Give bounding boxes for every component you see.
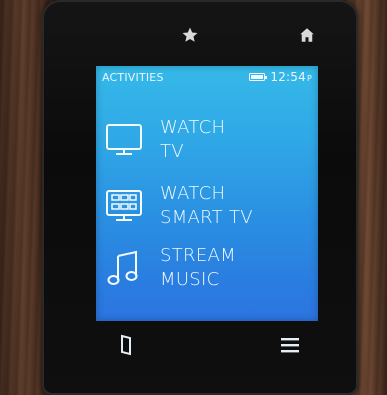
clock: 12:54P <box>270 70 312 84</box>
music-note-icon <box>107 250 138 285</box>
status-right: 12:54P <box>249 70 312 84</box>
clock-suffix: P <box>306 74 312 83</box>
star-button[interactable] <box>175 20 205 50</box>
menu-icon <box>281 338 299 353</box>
bottom-bar <box>96 321 318 371</box>
star-icon <box>182 27 198 42</box>
touch-screen: ACTIVITIES 12:54P WATCH TV WATCH SMART T… <box>96 66 318 321</box>
smart-tv-icon <box>106 190 142 221</box>
activity-label: STREAM MUSIC <box>160 245 236 290</box>
status-bar: ACTIVITIES 12:54P <box>96 66 318 88</box>
activity-label: WATCH TV <box>160 117 226 162</box>
tv-icon <box>106 124 142 155</box>
activity-watch-tv[interactable]: WATCH TV <box>96 108 318 172</box>
device-button[interactable] <box>112 331 140 359</box>
menu-button[interactable] <box>276 331 304 359</box>
battery-icon <box>249 73 268 81</box>
screen-title: ACTIVITIES <box>102 70 164 84</box>
home-icon <box>300 28 314 42</box>
activity-watch-smart-tv[interactable]: WATCH SMART TV <box>96 174 318 238</box>
device-icon <box>121 334 131 356</box>
activity-stream-music[interactable]: STREAM MUSIC <box>96 236 318 300</box>
activity-label: WATCH SMART TV <box>160 183 253 228</box>
clock-time: 12:54 <box>270 70 306 84</box>
home-button[interactable] <box>292 20 322 50</box>
